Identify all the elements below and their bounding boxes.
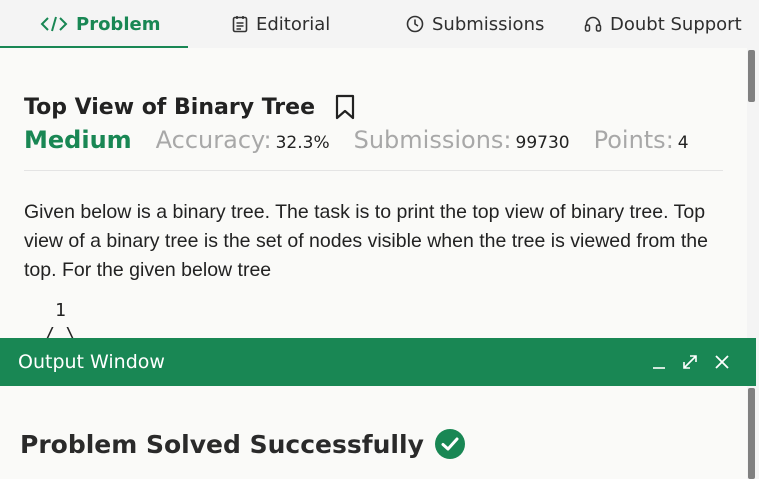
- problem-description: Given below is a binary tree. The task i…: [24, 201, 708, 281]
- problem-tabs: Problem Editorial Submissions Doubt Supp…: [0, 0, 759, 49]
- problem-title: Top View of Binary Tree: [24, 94, 315, 120]
- output-window-header: Output Window: [0, 338, 756, 386]
- problem-meta: Medium Accuracy: 32.3% Submissions: 9973…: [24, 126, 713, 160]
- problem-scrollbar-thumb[interactable]: [748, 50, 755, 102]
- result-text: Problem Solved Successfully: [20, 429, 424, 459]
- result-message: Problem Solved Successfully: [20, 424, 466, 464]
- bookmark-icon[interactable]: [335, 94, 355, 120]
- tab-problem-label: Problem: [76, 13, 161, 35]
- code-icon: [40, 15, 68, 33]
- close-button[interactable]: [710, 338, 734, 386]
- tab-doubt-support-label: Doubt Support: [610, 13, 742, 35]
- output-scrollbar-thumb[interactable]: [748, 388, 755, 479]
- minimize-icon: [653, 367, 665, 369]
- problem-header: Top View of Binary Tree: [24, 90, 355, 124]
- output-window-title: Output Window: [18, 351, 165, 373]
- meta-divider: [24, 170, 723, 171]
- points-label: Points:: [593, 126, 674, 154]
- accuracy-value: 32.3%: [275, 133, 330, 153]
- tab-editorial-label: Editorial: [256, 13, 331, 35]
- difficulty-badge: Medium: [24, 126, 132, 154]
- tab-submissions-label: Submissions: [432, 13, 545, 35]
- expand-button[interactable]: [678, 338, 702, 386]
- submissions-label: Submissions:: [353, 126, 512, 154]
- close-icon: [715, 355, 729, 369]
- editorial-icon: [232, 15, 248, 33]
- submissions-value: 99730: [515, 133, 570, 153]
- points-value: 4: [677, 133, 689, 153]
- headset-icon: [584, 15, 602, 33]
- tab-doubt-support[interactable]: Doubt Support: [584, 0, 742, 48]
- tab-editorial[interactable]: Editorial: [232, 0, 330, 48]
- minimize-button[interactable]: [648, 338, 670, 386]
- expand-icon: [683, 355, 697, 369]
- tab-problem[interactable]: Problem: [40, 0, 160, 48]
- accuracy-label: Accuracy:: [155, 126, 272, 154]
- clock-icon: [406, 15, 424, 33]
- tree-root-node: 1: [55, 300, 66, 321]
- tab-submissions[interactable]: Submissions: [406, 0, 544, 48]
- check-circle-icon: [434, 428, 466, 460]
